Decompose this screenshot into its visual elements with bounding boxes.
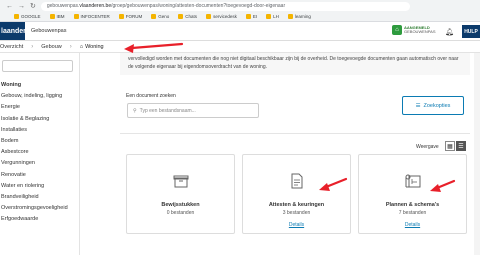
sidebar: Woning Gebouw, indeling, ligging Energie… xyxy=(0,53,80,255)
search-options-button[interactable]: ☰ Zoekopties xyxy=(402,96,464,115)
folder-icon xyxy=(206,14,212,19)
sidebar-item-water[interactable]: Water en riolering xyxy=(0,181,79,192)
bookmark-item[interactable]: servicedesk xyxy=(206,14,237,19)
folder-icon xyxy=(151,14,157,19)
filter-icon: ☰ xyxy=(415,102,421,109)
notification-bell-icon[interactable]: 🔔︎ xyxy=(445,28,454,36)
browser-address-bar: ← → ↻ gebouwenpas. vlaanderen.be/groep/ge… xyxy=(0,0,480,12)
bookmark-item[interactable]: learning xyxy=(287,14,311,19)
sidebar-item-isolatie[interactable]: Isolatie & Beglazing xyxy=(0,114,79,125)
card-title: Bewijsstukken xyxy=(161,202,200,208)
box-icon xyxy=(173,175,189,188)
card-title: Attesten & keuringen xyxy=(268,202,325,208)
card-count: 3 bestanden xyxy=(282,210,311,216)
folder-icon xyxy=(14,14,19,19)
breadcrumb-building[interactable]: Gebouw xyxy=(41,44,62,50)
intro-text: vervolledigd worden met documenten die n… xyxy=(120,53,470,75)
category-card-attesten[interactable]: Attesten & keuringen 3 bestanden Details xyxy=(242,154,351,234)
bookmark-item[interactable]: IBM xyxy=(49,14,65,19)
folder-icon xyxy=(287,14,293,19)
app-title[interactable]: Gebouwenpas xyxy=(31,28,66,34)
blueprint-icon xyxy=(405,174,421,188)
breadcrumb: Overzicht › Gebouw › ⌂ Woning xyxy=(0,41,480,53)
bookmark-item[interactable]: FORUM xyxy=(118,14,142,19)
folder-icon xyxy=(178,14,184,19)
sidebar-item-asbest[interactable]: Asbestcore xyxy=(0,147,79,158)
chevron-right-icon: › xyxy=(31,43,34,50)
breadcrumb-home[interactable]: ⌂ Woning xyxy=(80,44,104,50)
url-domain: vlaanderen.be xyxy=(79,3,112,9)
energy-logo-icon: ⌂ xyxy=(392,25,402,35)
grid-view-icon[interactable]: ▦ xyxy=(445,141,455,151)
scrollbar[interactable] xyxy=(474,53,480,255)
sidebar-item-bodem[interactable]: Bodem xyxy=(0,136,79,147)
url-field[interactable]: gebouwenpas. vlaanderen.be/groep/gebouwen… xyxy=(40,1,410,11)
back-icon[interactable]: ← xyxy=(6,3,13,10)
document-search-input[interactable]: ⚲ Typ een bestandsnaam... xyxy=(127,103,259,118)
bookmark-item[interactable]: INFOCENTER xyxy=(73,14,110,19)
url-prefix: gebouwenpas. xyxy=(46,3,80,9)
folder-icon xyxy=(118,14,124,19)
sidebar-item-renovatie[interactable]: Renovatie xyxy=(0,170,79,181)
reload-icon[interactable]: ↻ xyxy=(30,2,36,10)
app-header: laanderen Gebouwenpas ⌂ AANGEMELD GEBOUW… xyxy=(0,22,480,41)
url-path: /groep/gebouwenpas/woning/attesten-docum… xyxy=(111,3,286,9)
sidebar-search-input[interactable] xyxy=(2,60,73,72)
details-link[interactable]: Details xyxy=(359,222,466,228)
folder-icon xyxy=(266,14,272,19)
document-icon xyxy=(291,173,303,189)
sidebar-item-vergunningen[interactable]: Vergunningen xyxy=(0,158,79,169)
category-card-bewijsstukken[interactable]: Bewijsstukken 0 bestanden xyxy=(126,154,235,234)
folder-icon xyxy=(245,14,251,19)
bookmark-item[interactable]: LH xyxy=(266,14,279,19)
bookmark-item[interactable]: EI xyxy=(245,14,257,19)
bookmark-item[interactable]: Chats xyxy=(178,14,197,19)
sidebar-item-installaties[interactable]: Installaties xyxy=(0,125,79,136)
bookmark-item[interactable]: GOOGLE xyxy=(14,14,41,19)
sidebar-item-overstroming[interactable]: Overstromingsgevoeligheid xyxy=(0,203,79,214)
energy-badge[interactable]: ⌂ AANGEMELD GEBOUWENPAS xyxy=(392,25,436,35)
brand-logo[interactable]: laanderen xyxy=(0,22,34,40)
sidebar-item-erfgoed[interactable]: Erfgoedwaarde xyxy=(0,214,79,225)
home-icon: ⌂ xyxy=(79,43,84,50)
sidebar-item-gebouw[interactable]: Gebouw, indeling, ligging xyxy=(0,91,79,102)
sidebar-item-energie[interactable]: Energie xyxy=(0,102,79,113)
card-title: Plannen & schema's xyxy=(385,202,440,208)
main-content: vervolledigd worden met documenten die n… xyxy=(80,53,480,255)
bookmark-item[interactable]: Geno xyxy=(151,14,169,19)
details-link[interactable]: Details xyxy=(243,222,350,228)
help-button[interactable]: HULP xyxy=(462,25,480,38)
chevron-right-icon: › xyxy=(69,43,72,50)
breadcrumb-overview[interactable]: Overzicht xyxy=(0,44,23,50)
card-count: 0 bestanden xyxy=(166,210,195,216)
folder-icon xyxy=(49,14,55,19)
search-placeholder: Typ een bestandsnaam... xyxy=(139,107,196,114)
sidebar-item-woning[interactable]: Woning xyxy=(0,80,79,91)
view-label: Weergave xyxy=(416,144,439,150)
category-card-plannen[interactable]: Plannen & schema's 7 bestanden Details xyxy=(358,154,467,234)
list-view-icon[interactable]: ☰ xyxy=(456,141,466,151)
sidebar-item-brandveiligheid[interactable]: Brandveiligheid xyxy=(0,192,79,203)
forward-icon[interactable]: → xyxy=(18,3,25,10)
folder-icon xyxy=(73,14,79,19)
card-count: 7 bestanden xyxy=(398,210,427,216)
bookmarks-bar: GOOGLE IBM INFOCENTER FORUM Geno Chats s… xyxy=(0,12,480,22)
search-label: Een document zoeken xyxy=(126,93,176,99)
energy-label-line2: GEBOUWENPAS xyxy=(404,29,436,34)
search-icon: ⚲ xyxy=(133,107,137,114)
divider xyxy=(120,133,470,134)
